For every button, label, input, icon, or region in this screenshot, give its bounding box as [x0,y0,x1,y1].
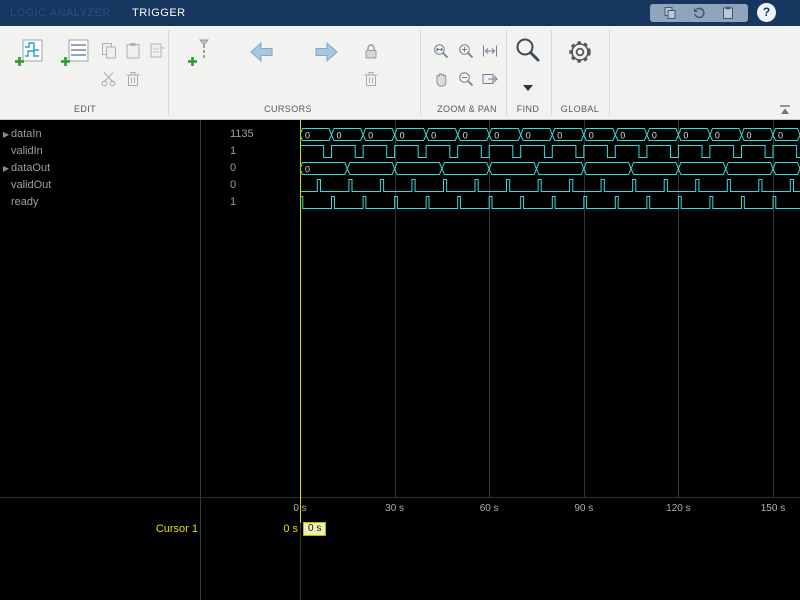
settings-button[interactable] [564,36,596,68]
waveform-plot[interactable]: 0 0 0 0 0 0 0 0 0 0 0 0 0 0 0 0 0 [300,120,800,497]
section-label-global: GLOBAL [560,104,600,114]
svg-text:0: 0 [778,131,783,141]
time-tick-label: 90 s [574,503,594,514]
undo-icon[interactable] [692,6,706,20]
add-wave-button[interactable] [12,36,46,70]
tab-logic-analyzer[interactable]: LOGIC ANALYZER [10,0,111,26]
svg-text:0: 0 [400,131,405,141]
signal-row-ready[interactable]: ready [0,194,200,211]
signal-row-dataOut[interactable]: ▶ dataOut [0,160,200,177]
tab-trigger[interactable]: TRIGGER [132,0,186,26]
toolbar-separator [168,30,169,116]
titlebar: LOGIC ANALYZER TRIGGER ? [0,0,800,26]
signal-value: 1 [230,196,237,208]
delete-button[interactable] [122,68,144,90]
toolbar: EDIT CURSORS ZOOM & PAN FIND GLOBAL [0,26,800,120]
quick-access-toolbar [650,4,748,22]
signal-value: 0 [230,179,237,191]
pan-button[interactable] [430,68,452,90]
svg-text:0: 0 [305,165,310,175]
cursor-time-value: 0 s [283,523,298,535]
svg-text:0: 0 [715,131,720,141]
time-tick-label: 0 s [293,503,307,514]
cursor-name-label[interactable]: Cursor 1 [100,523,198,535]
find-button[interactable] [512,34,544,66]
svg-text:0: 0 [526,131,531,141]
svg-text:0: 0 [368,131,373,141]
toolbar-separator [551,30,552,116]
signal-row-dataIn[interactable]: ▶ dataIn [0,126,200,143]
toolbar-separator [420,30,421,116]
svg-text:0: 0 [557,131,562,141]
time-cursor-line[interactable] [300,120,301,523]
signal-value: 1 [230,145,237,157]
time-axis: 0 s 30 s 60 s 90 s 120 s 150 s [0,497,800,519]
signal-value: 0 [230,162,237,174]
find-dropdown-arrow-icon[interactable] [520,82,536,94]
lock-cursor-button[interactable] [360,40,382,62]
svg-text:0: 0 [337,131,342,141]
signal-value: 1135 [230,128,254,140]
signal-row-validIn[interactable]: validIn [0,143,200,160]
svg-text:0: 0 [463,131,468,141]
svg-text:0: 0 [494,131,499,141]
time-tick-label: 30 s [385,503,405,514]
add-divider-button[interactable] [58,36,92,70]
add-cursor-button[interactable] [185,36,219,70]
signal-name: validOut [11,179,52,191]
time-tick-label: 60 s [479,503,499,514]
copy-icon[interactable] [663,6,677,20]
logic-analyzer-window: LOGIC ANALYZER TRIGGER ? EDIT CURSORS ZO… [0,0,800,600]
svg-text:0: 0 [305,131,310,141]
svg-text:0: 0 [431,131,436,141]
zoom-to-range-button[interactable] [479,68,501,90]
waveform-window: ▶ dataIn validIn ▶ dataOut validOut ready 1135… [0,120,800,600]
signal-row-validOut[interactable]: validOut [0,177,200,194]
signal-name: dataOut [11,162,51,174]
expand-arrow-icon[interactable]: ▶ [0,126,11,143]
signal-name: ready [11,196,39,208]
zoom-out-button[interactable] [455,68,477,90]
zoom-in-x-button[interactable] [430,40,452,62]
section-label-edit: EDIT [73,104,97,114]
toolbar-separator [609,30,610,116]
time-tick-label: 150 s [760,503,786,514]
svg-text:0: 0 [620,131,625,141]
fit-to-view-button[interactable] [479,40,501,62]
signal-names-column: ▶ dataIn validIn ▶ dataOut validOut ready [0,126,200,211]
svg-text:0: 0 [747,131,752,141]
cursor-info-row: Cursor 1 0 s 0 s [0,519,800,541]
signal-name: validIn [11,145,43,157]
section-label-zoom-pan: ZOOM & PAN [437,104,497,114]
previous-cursor-button[interactable] [246,38,278,66]
paste-button[interactable] [122,40,144,62]
time-tick-label: 120 s [666,503,691,514]
next-cursor-button[interactable] [310,38,342,66]
help-button[interactable]: ? [757,3,776,22]
section-label-find: FIND [516,104,540,114]
duplicate-button[interactable] [146,40,168,62]
expand-arrow-icon[interactable]: ▶ [0,160,11,177]
signal-name: dataIn [11,128,42,140]
delete-cursor-button[interactable] [360,68,382,90]
zoom-in-button[interactable] [455,40,477,62]
svg-text:0: 0 [652,131,657,141]
collapse-toolbar-icon[interactable] [778,103,794,117]
toolbar-separator [506,30,507,116]
svg-text:0: 0 [683,131,688,141]
copy-button[interactable] [98,40,120,62]
paste-icon[interactable] [721,6,735,20]
section-label-cursors: CURSORS [264,104,312,114]
svg-text:0: 0 [589,131,594,141]
signal-values-column: 1135 1 0 0 1 [200,126,300,211]
cut-button[interactable] [98,68,120,90]
cursor-time-badge[interactable]: 0 s [303,522,327,536]
